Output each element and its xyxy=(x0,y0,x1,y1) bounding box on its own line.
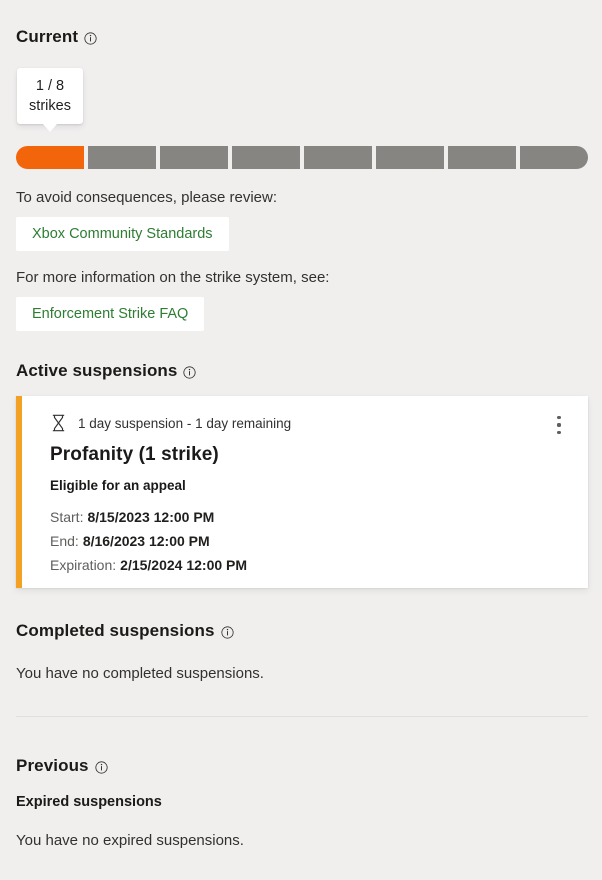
start-value: 8/15/2023 12:00 PM xyxy=(87,509,215,525)
detail-row-end: End: 8/16/2023 12:00 PM xyxy=(50,529,568,553)
strike-segment-6 xyxy=(376,146,444,169)
xbox-community-standards-button[interactable]: Xbox Community Standards xyxy=(16,217,229,251)
info-icon[interactable] xyxy=(183,365,197,379)
current-section-heading: Current xyxy=(16,27,97,47)
start-label: Start: xyxy=(50,509,84,525)
no-expired-suspensions-text: You have no expired suspensions. xyxy=(16,832,244,849)
kebab-dot xyxy=(557,423,561,427)
end-label: End: xyxy=(50,533,79,549)
appeal-status: Eligible for an appeal xyxy=(50,478,186,493)
no-completed-suspensions-text: You have no completed suspensions. xyxy=(16,665,264,682)
info-icon[interactable] xyxy=(221,625,234,639)
completed-suspensions-heading: Completed suspensions xyxy=(16,621,234,641)
strike-meter xyxy=(16,146,588,169)
info-icon[interactable] xyxy=(84,31,97,45)
kebab-dot xyxy=(557,416,561,420)
strike-segment-2 xyxy=(88,146,156,169)
strike-segment-4 xyxy=(232,146,300,169)
strike-segment-8 xyxy=(520,146,588,169)
previous-section-heading: Previous xyxy=(16,756,108,776)
strike-segment-1 xyxy=(16,146,84,169)
strike-count-callout: 1 / 8 strikes xyxy=(17,68,83,132)
more-options-icon[interactable] xyxy=(546,410,572,440)
strikes-page: Current 1 / 8 strikes To avoid consequen… xyxy=(0,0,602,880)
kebab-dot xyxy=(557,430,561,434)
completed-suspensions-label: Completed suspensions xyxy=(16,621,215,640)
strike-count-value: 1 / 8 xyxy=(35,78,65,94)
suspension-card: 1 day suspension - 1 day remaining Profa… xyxy=(16,396,588,588)
previous-heading-label: Previous xyxy=(16,756,89,775)
strike-segment-7 xyxy=(448,146,516,169)
current-heading-label: Current xyxy=(16,27,79,46)
detail-row-expiration: Expiration: 2/15/2024 12:00 PM xyxy=(50,553,568,577)
active-suspensions-heading: Active suspensions xyxy=(16,361,197,381)
end-value: 8/16/2023 12:00 PM xyxy=(82,533,210,549)
active-suspensions-label: Active suspensions xyxy=(16,361,178,380)
info-icon[interactable] xyxy=(95,760,108,774)
strike-segment-5 xyxy=(304,146,372,169)
expiration-label: Expiration: xyxy=(50,557,117,573)
expired-suspensions-subheading: Expired suspensions xyxy=(16,794,162,810)
strike-segment-3 xyxy=(160,146,228,169)
suspension-details: Start: 8/15/2023 12:00 PM End: 8/16/2023 1… xyxy=(50,505,568,577)
suspension-title: Profanity (1 strike) xyxy=(50,444,219,465)
section-divider xyxy=(16,716,588,717)
detail-row-start: Start: 8/15/2023 12:00 PM xyxy=(50,505,568,529)
strike-system-info-prompt: For more information on the strike syste… xyxy=(16,269,330,286)
review-prompt-text: To avoid consequences, please review: xyxy=(16,189,277,206)
expiration-value: 2/15/2024 12:00 PM xyxy=(120,557,248,573)
strike-count-unit: strikes xyxy=(29,98,71,114)
enforcement-strike-faq-button[interactable]: Enforcement Strike FAQ xyxy=(16,297,205,331)
suspension-duration: 1 day suspension - 1 day remaining xyxy=(78,415,292,431)
hourglass-icon xyxy=(50,414,67,432)
